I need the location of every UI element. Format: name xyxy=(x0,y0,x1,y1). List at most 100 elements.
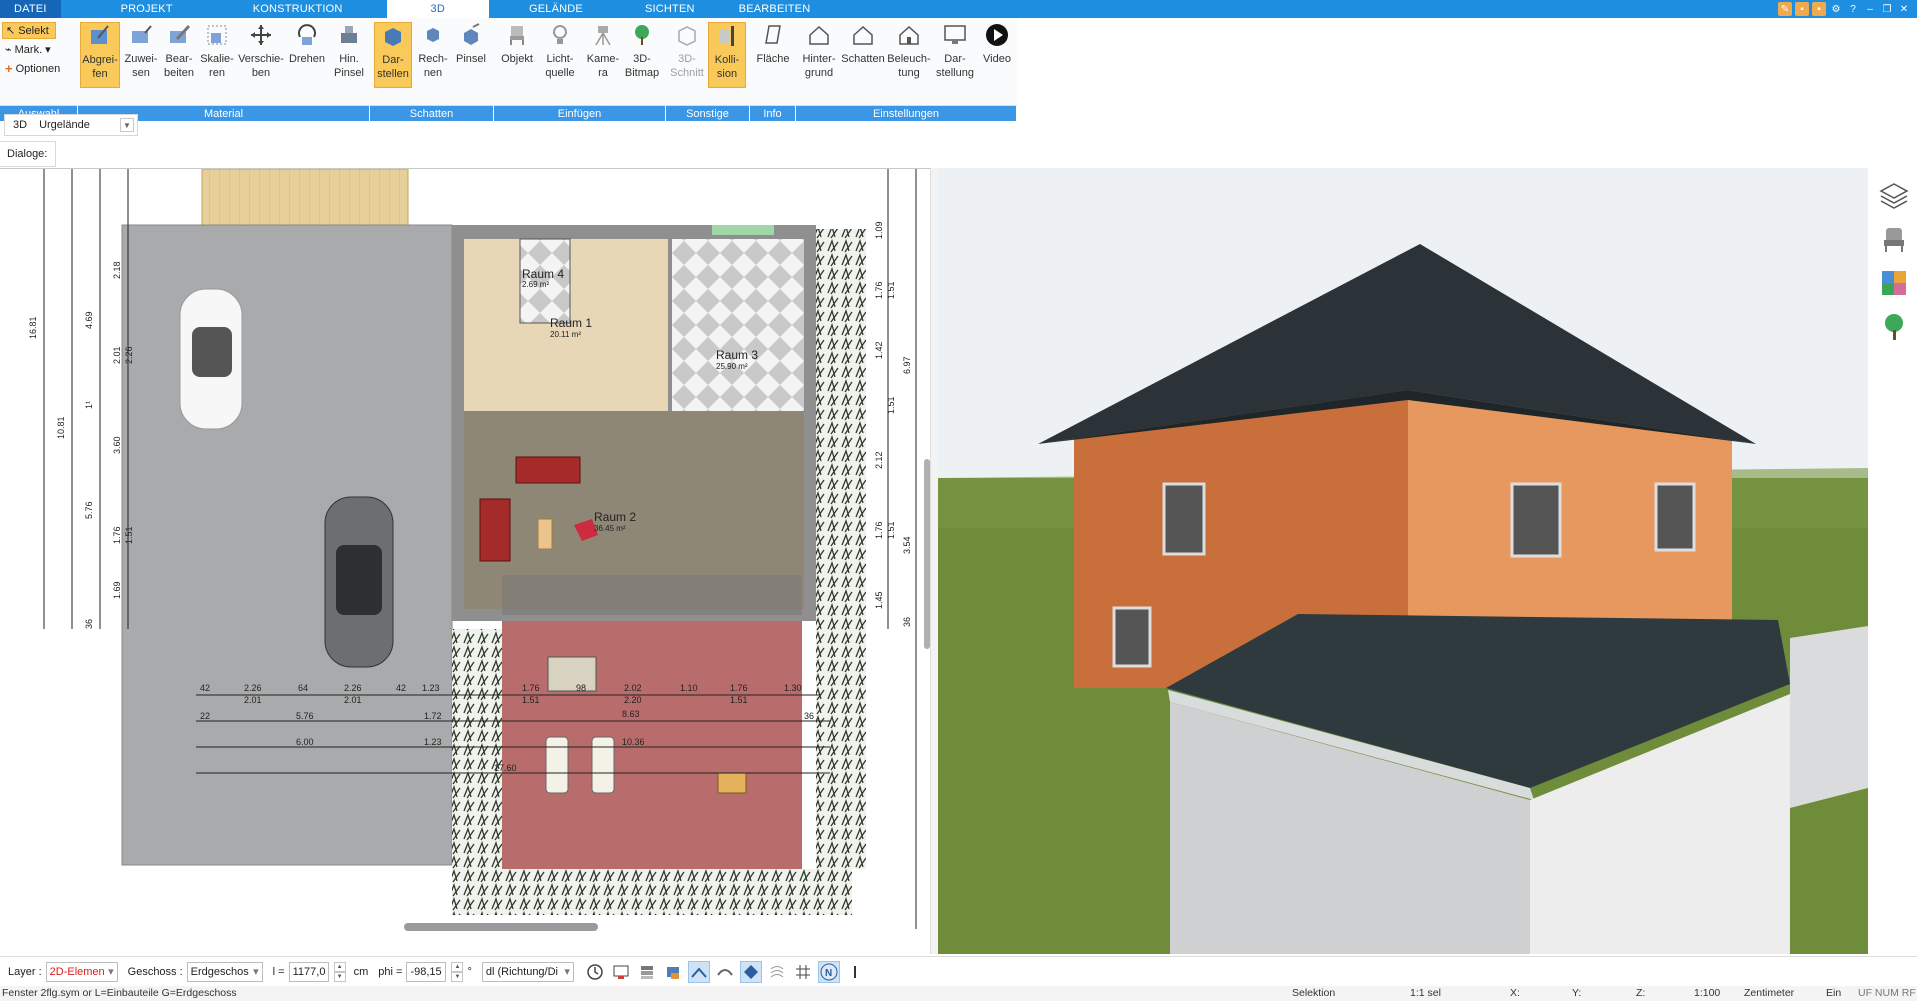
tab-3d[interactable]: 3D xyxy=(386,0,489,18)
dim-label: 1.23 xyxy=(422,683,440,693)
layer-select[interactable]: 2D-Elemen ▾ xyxy=(45,961,118,982)
dim-label: 5.76 xyxy=(84,501,94,519)
dim-label: 1.51 xyxy=(124,526,134,544)
horizontal-scrollbar[interactable] xyxy=(404,923,598,931)
materials-icon[interactable] xyxy=(1877,266,1911,300)
geschoss-select[interactable]: Erdgeschos ▾ xyxy=(186,961,263,982)
collision-icon xyxy=(714,23,740,49)
length-stepper[interactable]: ▲ ▼ xyxy=(333,961,346,982)
phi-field: phi = -98,15 ▲ ▼ ° xyxy=(378,961,472,982)
dim-label: 42 xyxy=(200,683,210,693)
tab-konstruktion[interactable]: KONSTRUKTION xyxy=(213,0,387,18)
select-button[interactable]: ↖ Selekt xyxy=(2,22,56,39)
3d-scene[interactable] xyxy=(938,168,1868,954)
tab-datei[interactable]: DATEI xyxy=(0,0,61,18)
abgreifen-button[interactable]: Abgrei- fen xyxy=(80,22,120,88)
schnitt3d-button[interactable]: 3D- Schnitt xyxy=(668,22,706,88)
dim-label: 1.76 xyxy=(730,683,748,693)
room-label: Raum 4 xyxy=(522,267,564,281)
hatch-icon[interactable] xyxy=(766,961,788,983)
box-icon[interactable] xyxy=(662,961,684,983)
geschoss-field: Geschoss : Erdgeschos ▾ xyxy=(128,961,263,982)
verschieben-button[interactable]: Verschie- ben xyxy=(236,22,286,88)
more-vertical-icon[interactable] xyxy=(844,961,866,983)
status-ein: Ein xyxy=(1826,987,1842,999)
zuweisen-button[interactable]: Zuwei- sen xyxy=(122,22,160,88)
edit-material-icon xyxy=(166,22,192,48)
dim-label: 6.97 xyxy=(902,356,912,374)
settings-icon[interactable]: ⚙ xyxy=(1829,2,1843,16)
hintergrund-button[interactable]: Hinter- grund xyxy=(798,22,840,88)
dim-label: 1.51 xyxy=(886,521,896,539)
clock-icon[interactable] xyxy=(584,961,606,983)
3d-view[interactable] xyxy=(938,168,1868,954)
direction-select[interactable]: dl (Richtung/Di ▾ xyxy=(481,961,574,982)
lichtquelle-button[interactable]: Licht- quelle xyxy=(540,22,580,88)
minimize-icon[interactable]: – xyxy=(1863,2,1877,16)
tab-projekt[interactable]: PROJEKT xyxy=(61,0,213,18)
3d-side-toolbar xyxy=(1871,168,1917,954)
view-splitter[interactable] xyxy=(930,168,938,954)
dialoge-panel[interactable]: Dialoge: xyxy=(0,141,56,167)
dim-label: 1.69 xyxy=(112,581,122,599)
room-label: Raum 1 xyxy=(550,316,592,330)
skalieren-button[interactable]: Skalie- ren xyxy=(198,22,236,88)
stack-icon[interactable] xyxy=(636,961,658,983)
plant-icon[interactable] xyxy=(1877,310,1911,344)
dim-label: 3.54 xyxy=(902,536,912,554)
mark-button[interactable]: ⌁ Mark. ▾ xyxy=(2,41,76,58)
restore-icon[interactable]: ❐ xyxy=(1880,2,1894,16)
terrain-selector[interactable]: 3D Urgelände ▼ xyxy=(4,114,138,136)
plane-icon[interactable] xyxy=(739,960,762,983)
phi-input[interactable]: -98,15 xyxy=(406,961,447,982)
chevron-down-icon[interactable]: ▼ xyxy=(120,118,134,132)
group-schatten: Schatten xyxy=(370,106,494,121)
dim-label: 4.69 xyxy=(84,311,94,329)
plus-icon: + xyxy=(5,61,13,76)
grid-icon[interactable] xyxy=(792,961,814,983)
north-icon[interactable]: N xyxy=(817,960,840,983)
close-icon[interactable]: ✕ xyxy=(1897,2,1911,16)
texture-icon[interactable] xyxy=(714,961,736,983)
objekt-button[interactable]: Objekt xyxy=(496,22,538,88)
hin-pinsel-button[interactable]: Hin. Pinsel xyxy=(328,22,370,88)
length-input[interactable]: 1177,0 xyxy=(288,961,329,982)
video-button[interactable]: Video xyxy=(978,22,1016,88)
options-button[interactable]: + Optionen xyxy=(2,60,76,77)
armchair-icon[interactable] xyxy=(1877,222,1911,256)
dim-label: 1.51 xyxy=(522,695,540,705)
flaeche-button[interactable]: Fläche xyxy=(752,22,794,88)
schatten-settings-button[interactable]: Schatten xyxy=(840,22,886,88)
layers-icon[interactable] xyxy=(1877,178,1911,212)
darstellung-button[interactable]: Dar- stellung xyxy=(932,22,978,88)
phi-stepper[interactable]: ▲ ▼ xyxy=(451,961,464,982)
pinsel-button[interactable]: Pinsel xyxy=(452,22,490,88)
beleuchtung-button[interactable]: Beleuch- tung xyxy=(886,22,932,88)
dim-label: 2.18 xyxy=(112,261,122,279)
drehen-button[interactable]: Drehen xyxy=(286,22,328,88)
terrain-label: Urgelände xyxy=(39,119,90,131)
tools-icon[interactable]: ✎ xyxy=(1778,2,1792,16)
rechnen-button[interactable]: Rech- nen xyxy=(414,22,452,88)
darstellen-button[interactable]: Dar- stellen xyxy=(374,22,412,88)
paint-brush-icon xyxy=(458,22,484,48)
print-icon[interactable]: ▪ xyxy=(1812,2,1826,16)
screen-icon[interactable] xyxy=(610,961,632,983)
room-label: Raum 2 xyxy=(594,510,636,524)
floor-plan-view[interactable]: 16.81 10.81 4.69 2.01 2.26 1¹ 3.60 5.76 … xyxy=(0,168,930,940)
floor-plan-canvas[interactable]: 16.81 10.81 4.69 2.01 2.26 1¹ 3.60 5.76 … xyxy=(0,169,930,940)
dim-label: 1.51 xyxy=(886,281,896,299)
tab-bearbeiten[interactable]: BEARBEITEN xyxy=(717,0,833,18)
bitmap3d-button[interactable]: 3D- Bitmap xyxy=(622,22,662,88)
snap-icon[interactable] xyxy=(687,960,710,983)
lighting-house-icon xyxy=(896,22,922,48)
status-z: Z: xyxy=(1636,987,1646,999)
tab-sichten[interactable]: SICHTEN xyxy=(623,0,717,18)
tab-gelaende[interactable]: GELÄNDE xyxy=(489,0,623,18)
kollision-button[interactable]: Kolli- sion xyxy=(708,22,746,88)
dim-label: 8.63 xyxy=(622,709,640,719)
bearbeiten-button[interactable]: Bear- beiten xyxy=(160,22,198,88)
save-icon[interactable]: ▪ xyxy=(1795,2,1809,16)
help-icon[interactable]: ? xyxy=(1846,2,1860,16)
kamera-button[interactable]: Kame- ra xyxy=(584,22,622,88)
